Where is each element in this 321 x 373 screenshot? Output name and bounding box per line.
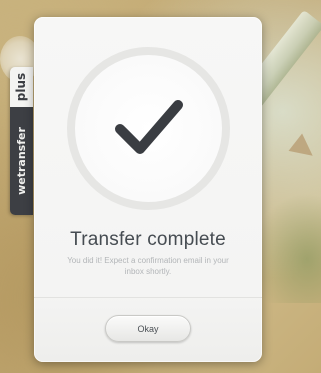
wetransfer-side-tab[interactable]: plus wetransfer xyxy=(10,67,33,215)
checkmark-icon xyxy=(115,100,183,154)
plus-tab[interactable]: plus xyxy=(10,67,33,107)
okay-button[interactable]: Okay xyxy=(105,315,191,342)
transfer-complete-dialog: Transfer complete You did it! Expect a c… xyxy=(34,17,262,362)
plus-tab-label: plus xyxy=(14,72,29,102)
dialog-title: Transfer complete xyxy=(70,229,226,250)
screen: { "side_tab": { "plus_label": "plus", "b… xyxy=(0,0,321,373)
background-pencil-tip xyxy=(288,133,320,165)
dialog-message: You did it! Expect a confirmation email … xyxy=(67,256,229,276)
wetransfer-logo-tab[interactable]: wetransfer xyxy=(10,107,33,215)
dialog-divider xyxy=(34,297,262,298)
wetransfer-logo-label: wetransfer xyxy=(14,127,28,195)
check-circle xyxy=(67,47,230,210)
